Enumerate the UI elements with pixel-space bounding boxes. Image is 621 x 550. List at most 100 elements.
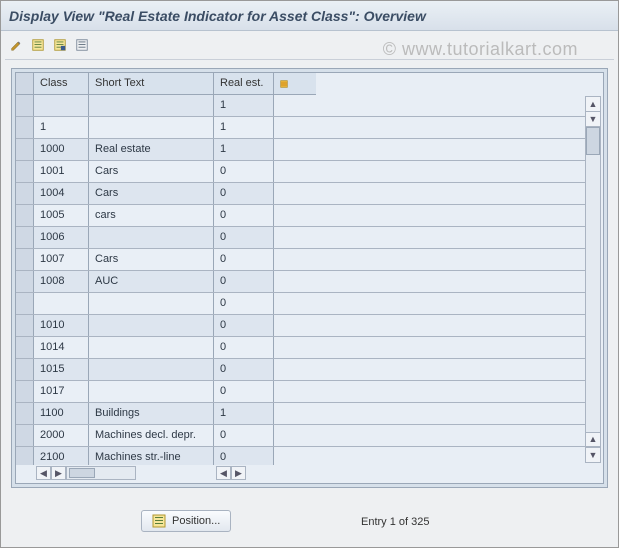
grid-header: Class Short Text Real est. [16,73,316,95]
column-header-real-est[interactable]: Real est. [214,73,274,94]
cell-short-text [89,359,214,380]
cell-short-text: Machines str.-line [89,447,214,465]
position-button[interactable]: Position... [141,510,231,532]
cell-class: 1017 [34,381,89,402]
footer-bar: Position... Entry 1 of 325 [1,502,618,532]
table-row[interactable]: 1004Cars0 [16,183,585,205]
column-header-short-text[interactable]: Short Text [89,73,214,94]
row-selector[interactable] [16,117,34,138]
table-row[interactable]: 1100Buildings1 [16,403,585,425]
position-button-label: Position... [172,515,220,527]
cell-short-text: Cars [89,161,214,182]
table-row[interactable]: 2000Machines decl. depr.0 [16,425,585,447]
cell-short-text: Real estate [89,139,214,160]
scroll-up-page-button[interactable]: ▲ [586,432,600,447]
column-header-class[interactable]: Class [34,73,89,94]
table-row[interactable]: 0 [16,293,585,315]
cell-class: 1008 [34,271,89,292]
cell-real-est: 1 [214,117,274,138]
table-inner: Class Short Text Real est. 1111000Real e… [15,72,604,484]
row-selector[interactable] [16,183,34,204]
table-row[interactable]: 1010 0 [16,315,585,337]
other-entry-button[interactable] [29,36,47,54]
row-selector[interactable] [16,161,34,182]
cell-short-text [89,293,214,314]
toggle-display-change-button[interactable] [7,36,25,54]
vscroll-track[interactable] [586,127,600,432]
print-button[interactable] [51,36,69,54]
table-row[interactable]: 10140 [16,337,585,359]
row-selector[interactable] [16,381,34,402]
row-selector[interactable] [16,403,34,424]
cell-real-est: 1 [214,403,274,424]
table-row[interactable]: 10150 [16,359,585,381]
row-selector[interactable] [16,447,34,465]
cell-short-text: Cars [89,183,214,204]
app-toolbar [1,31,618,59]
cell-class: 1000 [34,139,89,160]
cell-real-est: 0 [214,249,274,270]
cell-class: 1015 [34,359,89,380]
sap-window: Display View "Real Estate Indicator for … [0,0,619,548]
cell-short-text [89,315,214,336]
row-header-corner [16,73,34,94]
hscroll-track[interactable] [66,466,136,480]
position-icon [152,514,166,528]
row-selector[interactable] [16,315,34,336]
row-selector[interactable] [16,205,34,226]
row-selector[interactable] [16,139,34,160]
data-grid: Class Short Text Real est. [16,73,316,95]
row-selector[interactable] [16,271,34,292]
cell-class [34,95,89,116]
row-selector[interactable] [16,95,34,116]
table-row[interactable]: 11 [16,117,585,139]
table-row[interactable]: 1000Real estate1 [16,139,585,161]
cell-class [34,293,89,314]
row-selector[interactable] [16,359,34,380]
cell-class: 2100 [34,447,89,465]
vertical-scrollbar[interactable]: ▲ ▼ ▲ ▼ [585,96,601,463]
cell-class: 1010 [34,315,89,336]
toolbar-divider [5,59,614,60]
table-row[interactable]: 2100Machines str.-line0 [16,447,585,465]
cell-real-est: 0 [214,183,274,204]
row-selector[interactable] [16,249,34,270]
cell-class: 1005 [34,205,89,226]
table-row[interactable]: 1008AUC0 [16,271,585,293]
table-row[interactable]: 10170 [16,381,585,403]
hscroll-right-button[interactable]: ▶ [231,466,246,480]
page-title: Display View "Real Estate Indicator for … [9,8,426,24]
table-row[interactable]: 1001Cars0 [16,161,585,183]
cell-short-text [89,227,214,248]
expand-button[interactable] [73,36,91,54]
table-row[interactable]: 1005cars0 [16,205,585,227]
hscroll-right-step-button[interactable]: ▶ [51,466,66,480]
cell-short-text: cars [89,205,214,226]
title-bar: Display View "Real Estate Indicator for … [1,1,618,31]
table-row[interactable]: 1007Cars0 [16,249,585,271]
row-selector[interactable] [16,227,34,248]
row-selector[interactable] [16,337,34,358]
cell-real-est: 0 [214,315,274,336]
cell-class: 1 [34,117,89,138]
cell-class: 1006 [34,227,89,248]
table-row[interactable]: 1 [16,95,585,117]
cell-class: 1007 [34,249,89,270]
scroll-down-step-button[interactable]: ▼ [586,112,600,127]
entry-status-text: Entry 1 of 325 [361,516,430,528]
hscroll-thumb[interactable] [69,468,95,478]
horizontal-scrollbar: ◀ ▶ ◀ ▶ [18,465,583,481]
cell-short-text [89,95,214,116]
cell-short-text: Machines decl. depr. [89,425,214,446]
row-selector[interactable] [16,425,34,446]
scroll-down-button[interactable]: ▼ [586,447,600,462]
row-selector[interactable] [16,293,34,314]
cell-class: 1100 [34,403,89,424]
cell-short-text: AUC [89,271,214,292]
hscroll-left-page-button[interactable]: ◀ [216,466,231,480]
table-settings-button[interactable] [274,73,294,94]
vscroll-thumb[interactable] [586,127,600,155]
table-row[interactable]: 10060 [16,227,585,249]
scroll-up-button[interactable]: ▲ [586,97,600,112]
hscroll-left-button[interactable]: ◀ [36,466,51,480]
